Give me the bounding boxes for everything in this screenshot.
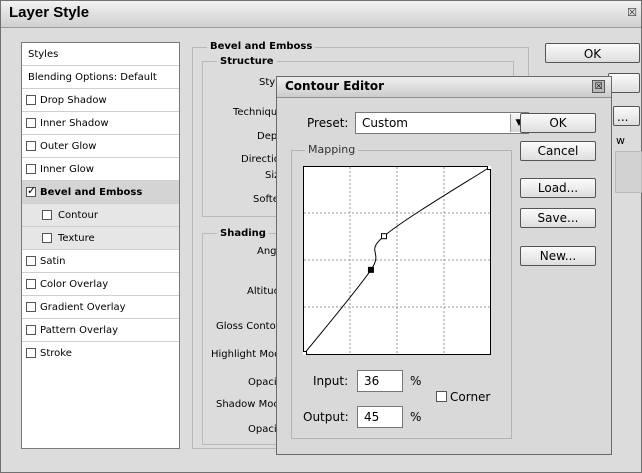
corner-label: Corner [450, 390, 491, 404]
input-field[interactable]: 36 [357, 370, 403, 392]
sidebar-item-outer-glow[interactable]: Outer Glow [22, 135, 179, 158]
gradient-overlay-checkbox[interactable] [26, 302, 36, 312]
input-label: Input: [313, 374, 349, 388]
layer-style-cancel-button[interactable] [608, 73, 640, 93]
sidebar-item-gradient-overlay[interactable]: Gradient Overlay [22, 296, 179, 319]
highlight-mode-label: Highlight Moc [211, 349, 280, 360]
bevel-and-emboss-checkbox[interactable]: ✓ [26, 184, 37, 197]
inner-glow-checkbox[interactable] [26, 164, 36, 174]
output-label: Output: [303, 410, 349, 424]
angle-label: Ang [257, 246, 277, 257]
preset-select[interactable]: Custom ▼ [355, 112, 529, 134]
shadow-mode-label: Shadow Moc [216, 399, 279, 410]
title-bar: Layer Style ☒ [1, 1, 641, 28]
sidebar-item-stroke[interactable]: Stroke [22, 342, 179, 365]
preset-value: Custom [362, 116, 408, 130]
sidebar-item-label: Drop Shadow [40, 95, 107, 106]
style-label: Sty [259, 77, 276, 88]
blending-options-item[interactable]: Blending Options: Default [22, 66, 179, 89]
sidebar-item-inner-glow[interactable]: Inner Glow [22, 158, 179, 181]
contour-editor-title-bar: Contour Editor ☒ [277, 77, 611, 98]
sidebar-item-label: Contour [58, 210, 98, 221]
sidebar-item-inner-shadow[interactable]: Inner Shadow [22, 112, 179, 135]
technique-label: Techniqu [233, 107, 278, 118]
contour-checkbox[interactable] [42, 210, 52, 220]
structure-group-label: Structure [217, 56, 277, 67]
texture-checkbox[interactable] [42, 233, 52, 243]
contour-cancel-button[interactable]: Cancel [520, 141, 596, 161]
contour-ok-button[interactable]: OK [520, 113, 596, 133]
sidebar-item-bevel-and-emboss[interactable]: ✓ Bevel and Emboss [22, 181, 179, 204]
sidebar-item-label: Gradient Overlay [40, 302, 126, 313]
contour-load-button[interactable]: Load... [520, 178, 596, 198]
contour-point[interactable] [367, 266, 374, 273]
corner-checkbox[interactable] [436, 391, 447, 402]
sidebar-item-label: Stroke [40, 348, 72, 359]
sidebar-item-label: Satin [40, 256, 66, 267]
direction-label: Directio [241, 154, 280, 165]
sidebar-item-label: Texture [58, 233, 95, 244]
stroke-checkbox[interactable] [26, 348, 36, 358]
contour-point[interactable] [487, 166, 492, 170]
close-icon[interactable]: ☒ [625, 6, 639, 20]
output-field[interactable]: 45 [357, 406, 403, 428]
close-icon[interactable]: ☒ [592, 80, 605, 93]
sidebar-item-texture[interactable]: Texture [22, 227, 179, 250]
layer-style-ok-button[interactable]: OK [545, 43, 640, 63]
altitude-label: Altituc [247, 286, 280, 297]
gloss-contour-label: Gloss Contou [216, 321, 283, 332]
sidebar-item-label: Bevel and Emboss [40, 187, 143, 198]
output-percent-label: % [410, 410, 422, 424]
drop-shadow-checkbox[interactable] [26, 95, 36, 105]
shading-group-label: Shading [217, 228, 269, 239]
preview-swatch [615, 151, 642, 193]
mapping-label: Mapping [305, 143, 359, 156]
checkmark-icon: ✓ [27, 184, 37, 197]
outer-glow-checkbox[interactable] [26, 141, 36, 151]
sidebar-item-label: Pattern Overlay [40, 325, 119, 336]
sidebar-item-drop-shadow[interactable]: Drop Shadow [22, 89, 179, 112]
contour-graph[interactable] [303, 166, 491, 355]
sidebar-item-color-overlay[interactable]: Color Overlay [22, 273, 179, 296]
sidebar-item-label: Color Overlay [40, 279, 109, 290]
contour-editor-dialog: Contour Editor ☒ Preset: Custom ▼ Mappin… [276, 76, 612, 455]
contour-save-button[interactable]: Save... [520, 208, 596, 228]
sidebar-item-contour[interactable]: Contour [22, 204, 179, 227]
preset-label: Preset: [307, 116, 349, 130]
contour-point[interactable] [303, 351, 307, 356]
styles-list: Styles Blending Options: Default Drop Sh… [21, 42, 180, 449]
window-title: Layer Style [9, 4, 90, 21]
pattern-overlay-checkbox[interactable] [26, 325, 36, 335]
bevel-emboss-group-label: Bevel and Emboss [207, 41, 316, 52]
sidebar-item-pattern-overlay[interactable]: Pattern Overlay [22, 319, 179, 342]
styles-header[interactable]: Styles [22, 43, 179, 66]
sidebar-item-label: Outer Glow [40, 141, 97, 152]
sidebar-item-satin[interactable]: Satin [22, 250, 179, 273]
color-overlay-checkbox[interactable] [26, 279, 36, 289]
input-percent-label: % [410, 374, 422, 388]
satin-checkbox[interactable] [26, 256, 36, 266]
contour-new-button[interactable]: New... [520, 246, 596, 266]
sidebar-item-label: Inner Shadow [40, 118, 109, 129]
sidebar-item-label: Inner Glow [40, 164, 94, 175]
preview-label: w [616, 134, 625, 147]
contour-editor-title: Contour Editor [285, 79, 385, 93]
contour-point[interactable] [380, 233, 387, 240]
layer-style-new-style-button[interactable]: ... [613, 106, 640, 126]
inner-shadow-checkbox[interactable] [26, 118, 36, 128]
soften-label: Softe [253, 194, 279, 205]
